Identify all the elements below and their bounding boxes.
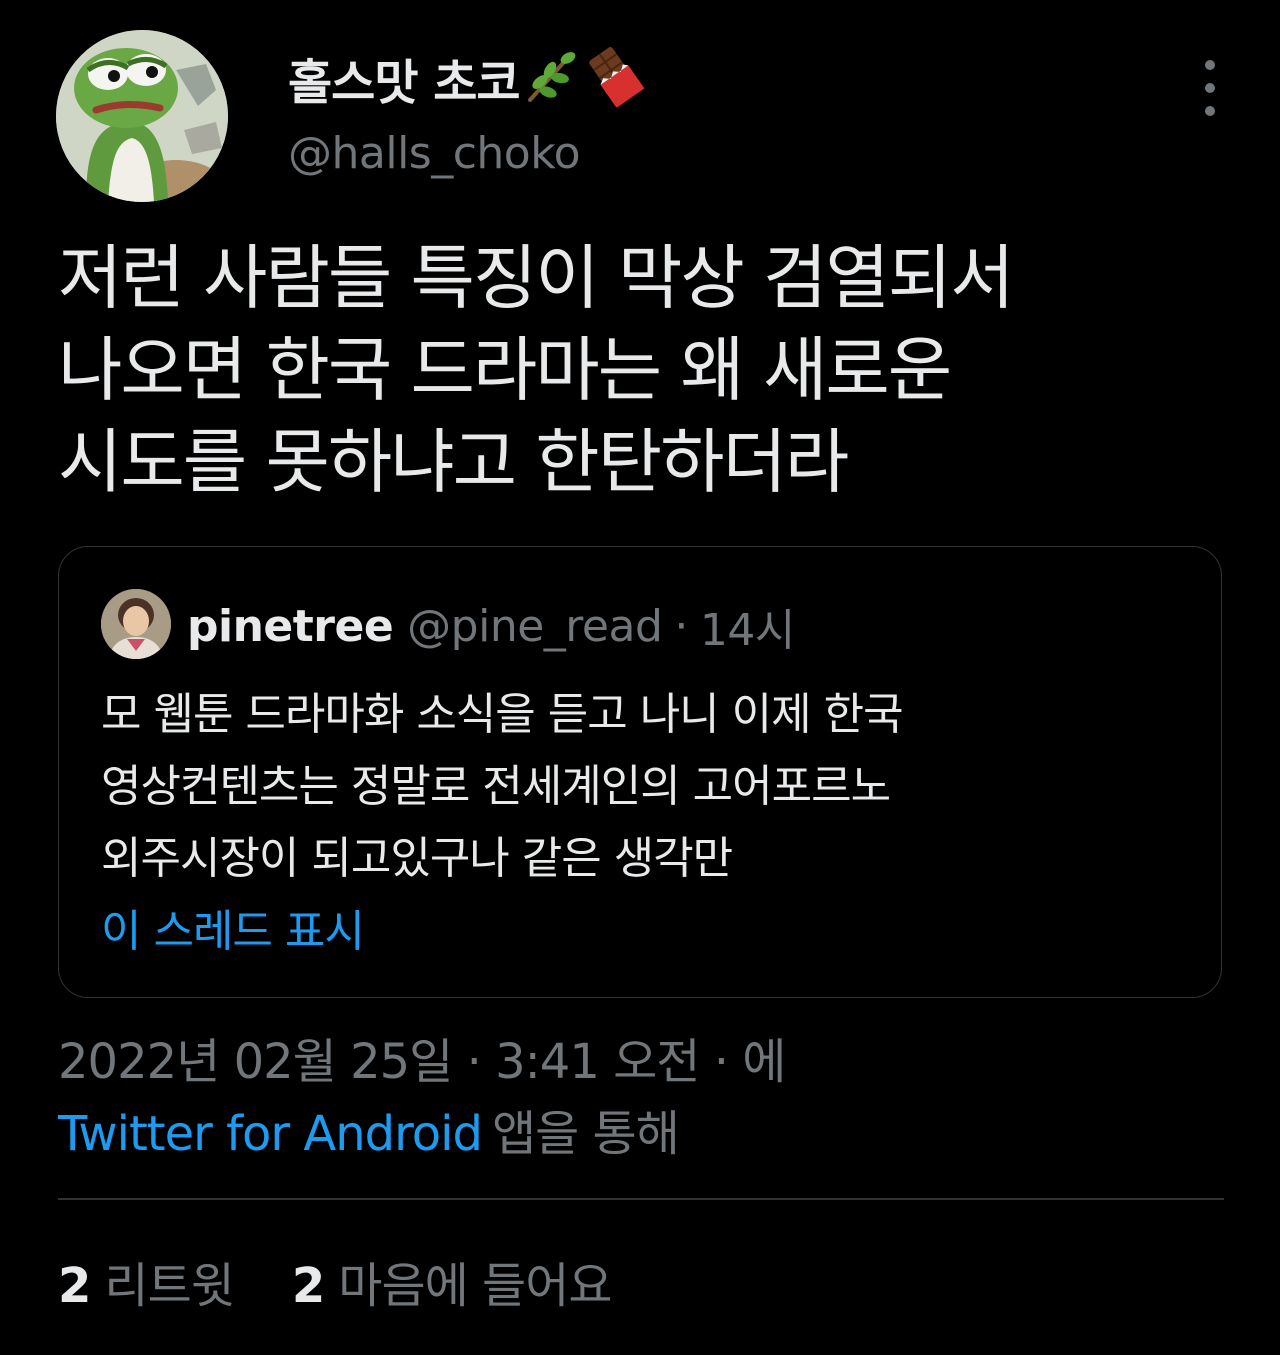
more-vertical-icon-dot-2 (1205, 83, 1215, 93)
author-avatar[interactable] (56, 30, 228, 202)
author-name-row[interactable]: 홀스맛 초코 (288, 38, 646, 118)
chocolate-bar-emoji-icon (584, 45, 646, 111)
tweet-stats: 2 리트윗 2 마음에 들어요 (58, 1246, 613, 1316)
retweets-label: 리트윗 (104, 1258, 234, 1314)
retweets-stat[interactable]: 2 리트윗 (58, 1246, 235, 1316)
quote-text: 모 웹툰 드라마화 소식을 듣고 나니 이제 한국 영상컨텐츠는 정말로 전세계… (101, 679, 1191, 895)
likes-stat[interactable]: 2 마음에 들어요 (291, 1246, 613, 1316)
pepe-frog-avatar-image (56, 30, 228, 202)
quoted-tweet-card[interactable]: pinetree @pine_read · 14시 모 웹툰 드라마화 소식을 … (58, 546, 1222, 998)
tweet-text-line: 나오면 한국 드라마는 왜 새로운 (58, 329, 952, 411)
quote-text-line: 영상컨텐츠는 정말로 전세계인의 고어포르노 (101, 761, 891, 812)
show-thread-link[interactable]: 이 스레드 표시 (101, 895, 365, 959)
divider (58, 1198, 1224, 1200)
quote-text-line: 모 웹툰 드라마화 소식을 듣고 나니 이제 한국 (101, 689, 904, 740)
quote-text-line: 외주시장이 되고있구나 같은 생각만 (101, 833, 733, 884)
more-vertical-icon-dot-3 (1205, 106, 1215, 116)
author-display-name: 홀스맛 초코 (288, 55, 521, 111)
quote-author-name: pinetree (187, 600, 394, 652)
likes-label: 마음에 들어요 (338, 1258, 612, 1314)
quote-author-avatar (101, 589, 171, 659)
tweet-text: 저런 사람들 특징이 막상 검열되서 나오면 한국 드라마는 왜 새로운 시도를… (58, 232, 1228, 508)
more-vertical-icon (1205, 60, 1215, 70)
tweet-text-line: 시도를 못하냐고 한탄하더라 (58, 421, 849, 503)
tweet-timestamp[interactable]: 2022년 02월 25일 · 3:41 오전 · 에 (58, 1022, 786, 1092)
quote-author-handle: @pine_read (407, 600, 663, 652)
tweet-text-line: 저런 사람들 특징이 막상 검열되서 (58, 237, 1015, 319)
author-handle[interactable]: @halls_choko (288, 128, 581, 179)
source-app-link[interactable]: Twitter for Android (58, 1106, 483, 1162)
likes-count: 2 (291, 1258, 325, 1314)
more-options-button[interactable] (1192, 60, 1228, 116)
retweets-count: 2 (58, 1258, 91, 1314)
quote-separator: · (674, 600, 688, 652)
herb-emoji-icon (524, 48, 580, 108)
quote-header: pinetree @pine_read · 14시 (187, 591, 795, 661)
tweet-source-line: Twitter for Android 앱을 통해 (58, 1094, 680, 1164)
quote-time: 14시 (699, 605, 795, 656)
source-suffix: 앱을 통해 (491, 1106, 680, 1162)
person-photo-avatar-image (101, 589, 171, 659)
